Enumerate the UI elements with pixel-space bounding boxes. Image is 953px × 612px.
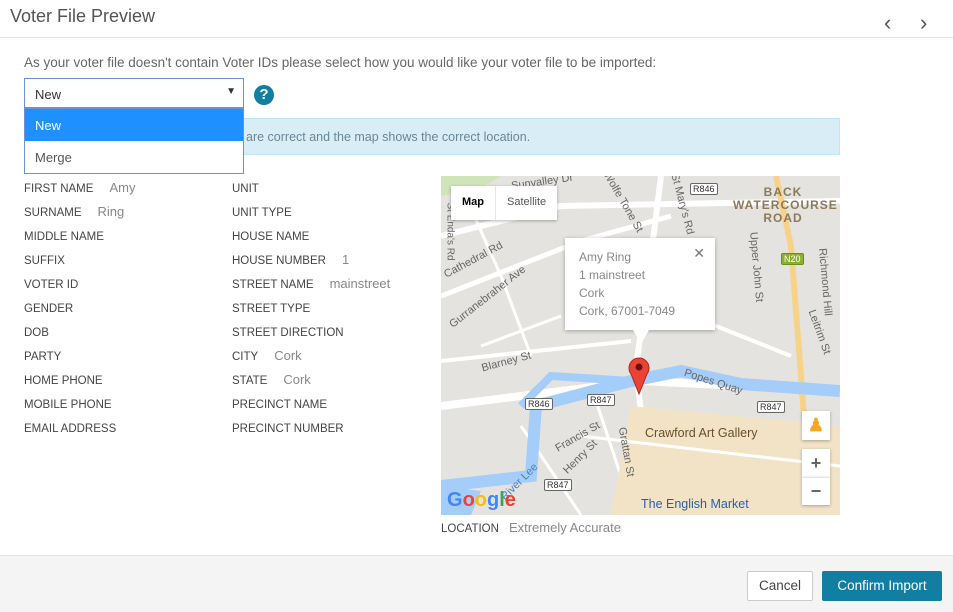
field-label: HOUSE NAME: [232, 231, 310, 243]
map-label: The English Market: [641, 497, 749, 511]
field-label: PRECINCT NAME: [232, 399, 327, 411]
field-row: STATE Cork: [232, 372, 390, 396]
location-row: LOCATION Extremely Accurate: [441, 520, 621, 535]
zoom-out-button[interactable]: −: [802, 477, 830, 505]
option-new[interactable]: New: [25, 109, 243, 141]
chevron-left-icon[interactable]: ‹: [884, 12, 891, 34]
field-row: PRECINCT NUMBER: [232, 420, 390, 444]
road-shield: R847: [544, 479, 572, 491]
field-row: HOUSE NUMBER 1: [232, 252, 390, 276]
field-row: UNIT TYPE: [232, 204, 390, 228]
map-info-window: ✕ Amy Ring 1 mainstreet Cork Cork, 67001…: [565, 238, 715, 344]
field-label: STREET NAME: [232, 279, 314, 291]
field-label: STREET TYPE: [232, 303, 311, 315]
field-value: Ring: [97, 204, 125, 219]
map[interactable]: Sunvalley Dr Wolfe Tone St St Mary's Rd …: [441, 176, 840, 515]
field-value: Cork: [274, 348, 302, 363]
field-row: SURNAME Ring: [24, 204, 135, 228]
map-marker-icon[interactable]: [628, 356, 650, 396]
field-row: DOB: [24, 324, 135, 348]
field-label: MOBILE PHONE: [24, 399, 112, 411]
import-mode-dropdown: New Merge: [24, 108, 244, 174]
field-label: EMAIL ADDRESS: [24, 423, 117, 435]
field-label: HOME PHONE: [24, 375, 103, 387]
field-label: STREET DIRECTION: [232, 327, 344, 339]
field-label: PRECINCT NUMBER: [232, 423, 344, 435]
field-label: STATE: [232, 375, 268, 387]
info-name: Amy Ring: [579, 250, 632, 264]
info-street: 1 mainstreet: [579, 268, 646, 282]
field-label: DOB: [24, 327, 49, 339]
field-row: CITY Cork: [232, 348, 390, 372]
field-row: HOUSE NAME: [232, 228, 390, 252]
field-label: PARTY: [24, 351, 62, 363]
select-value: New: [35, 87, 62, 102]
field-value: 1: [341, 252, 350, 267]
help-icon[interactable]: ?: [254, 85, 274, 105]
field-label: GENDER: [24, 303, 74, 315]
field-value: Amy: [109, 180, 136, 195]
field-label: UNIT TYPE: [232, 207, 292, 219]
field-row: GENDER: [24, 300, 135, 324]
option-merge[interactable]: Merge: [25, 141, 243, 173]
confirm-import-button[interactable]: Confirm Import: [822, 571, 942, 601]
field-row: SUFFIX: [24, 252, 135, 276]
road-shield: R846: [690, 183, 718, 195]
field-row: UNIT: [232, 180, 390, 204]
chevron-right-icon[interactable]: ›: [920, 12, 927, 34]
header-divider: [0, 37, 953, 38]
info-city: Cork: [579, 286, 605, 300]
location-label: LOCATION: [441, 523, 499, 535]
zoom-in-button[interactable]: +: [802, 449, 830, 477]
field-row: FIRST NAME Amy: [24, 180, 135, 204]
field-row: MIDDLE NAME: [24, 228, 135, 252]
field-label: VOTER ID: [24, 279, 79, 291]
field-row: EMAIL ADDRESS: [24, 420, 135, 444]
field-row: VOTER ID: [24, 276, 135, 300]
intro-text: As your voter file doesn't contain Voter…: [24, 55, 657, 70]
field-label: HOUSE NUMBER: [232, 255, 326, 267]
cancel-button[interactable]: Cancel: [747, 571, 813, 601]
road-shield: R847: [587, 394, 615, 406]
field-row: MOBILE PHONE: [24, 396, 135, 420]
address-fields: UNIT UNIT TYPE HOUSE NAME HOUSE NUMBER 1 STRE…: [232, 180, 390, 444]
field-row: STREET TYPE: [232, 300, 390, 324]
field-row: STREET DIRECTION: [232, 324, 390, 348]
field-value: Cork: [283, 372, 311, 387]
map-type-map[interactable]: Map: [451, 186, 496, 220]
field-row: PRECINCT NAME: [232, 396, 390, 420]
close-icon[interactable]: ✕: [693, 244, 705, 262]
voter-fields: FIRST NAME Amy SURNAME Ring MIDDLE NAME SUFFI…: [24, 180, 135, 444]
map-label: Crawford Art Gallery: [645, 426, 758, 440]
field-label: FIRST NAME: [24, 183, 94, 195]
field-label: SURNAME: [24, 207, 82, 219]
field-row: STREET NAME mainstreet: [232, 276, 390, 300]
field-row: HOME PHONE: [24, 372, 135, 396]
info-state-zip: Cork, 67001-7049: [579, 304, 676, 318]
map-label: BACK WATERCOURSE ROAD: [733, 185, 838, 225]
field-label: CITY: [232, 351, 259, 363]
field-row: PARTY: [24, 348, 135, 372]
field-value: mainstreet: [329, 276, 391, 291]
google-logo: Google: [447, 489, 516, 511]
map-type-satellite[interactable]: Satellite: [496, 186, 557, 220]
field-label: MIDDLE NAME: [24, 231, 104, 243]
location-value: Extremely Accurate: [508, 520, 621, 535]
caret-down-icon: ▼: [226, 86, 236, 97]
road-shield: N20: [781, 253, 804, 265]
map-type-control: Map Satellite: [451, 186, 558, 220]
street-view-pegman-icon[interactable]: ♟: [802, 411, 830, 440]
import-mode-select[interactable]: New ▼: [24, 78, 244, 108]
field-label: SUFFIX: [24, 255, 65, 267]
road-shield: R847: [757, 401, 785, 413]
page-title: Voter File Preview: [10, 6, 156, 26]
road-shield: R846: [525, 398, 553, 410]
field-label: UNIT: [232, 183, 259, 195]
